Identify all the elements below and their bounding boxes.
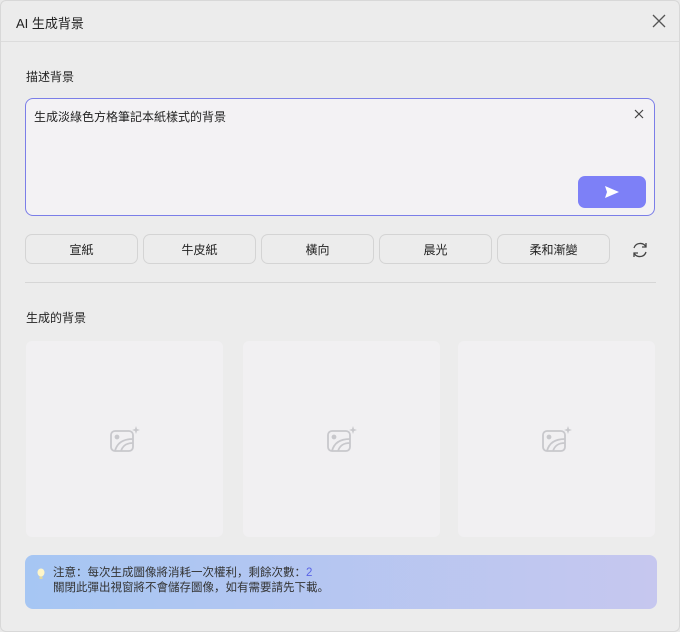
send-icon	[605, 186, 619, 198]
notice-banner: 注意：每次生成圖像將消耗一次權利，剩餘次數：2 關閉此彈出視窗將不會儲存圖像，如…	[25, 555, 657, 609]
image-placeholder-icon	[541, 426, 572, 452]
clear-icon[interactable]	[634, 109, 644, 119]
divider	[25, 282, 656, 283]
notice-line-2: 關閉此彈出視窗將不會儲存圖像，如有需要請先下載。	[53, 582, 329, 594]
generated-label: 生成的背景	[26, 311, 87, 325]
image-placeholder-icon	[109, 426, 140, 452]
notice-line-1: 注意：每次生成圖像將消耗一次權利，剩餘次數：2	[53, 566, 657, 581]
generated-image-slot[interactable]	[243, 341, 440, 537]
generated-image-slot[interactable]	[26, 341, 223, 537]
generated-image-slot[interactable]	[458, 341, 655, 537]
ai-background-dialog: AI 生成背景 描述背景 生成淡綠色方格筆記本紙樣式的背景 宣紙 牛皮紙 橫向 …	[0, 0, 680, 632]
remaining-count: 2	[306, 567, 313, 579]
notice-text: 注意：每次生成圖像將消耗一次權利，剩餘次數：	[53, 567, 306, 579]
close-icon[interactable]	[651, 13, 667, 29]
preset-button[interactable]: 宣紙	[25, 234, 138, 264]
prompt-text[interactable]: 生成淡綠色方格筆記本紙樣式的背景	[34, 108, 226, 125]
dialog-header: AI 生成背景	[1, 1, 679, 42]
dialog-title: AI 生成背景	[16, 16, 84, 31]
describe-label: 描述背景	[26, 70, 75, 84]
preset-button[interactable]: 晨光	[379, 234, 492, 264]
image-placeholder-icon	[326, 426, 357, 452]
preset-list: 宣紙 牛皮紙 橫向 晨光 柔和漸變	[25, 234, 610, 264]
send-button[interactable]	[578, 176, 646, 208]
preset-button[interactable]: 柔和漸變	[497, 234, 610, 264]
preset-button[interactable]: 橫向	[261, 234, 374, 264]
refresh-icon[interactable]	[631, 241, 649, 259]
prompt-input[interactable]: 生成淡綠色方格筆記本紙樣式的背景	[25, 98, 655, 216]
preset-button[interactable]: 牛皮紙	[143, 234, 256, 264]
lightbulb-icon	[37, 568, 45, 579]
